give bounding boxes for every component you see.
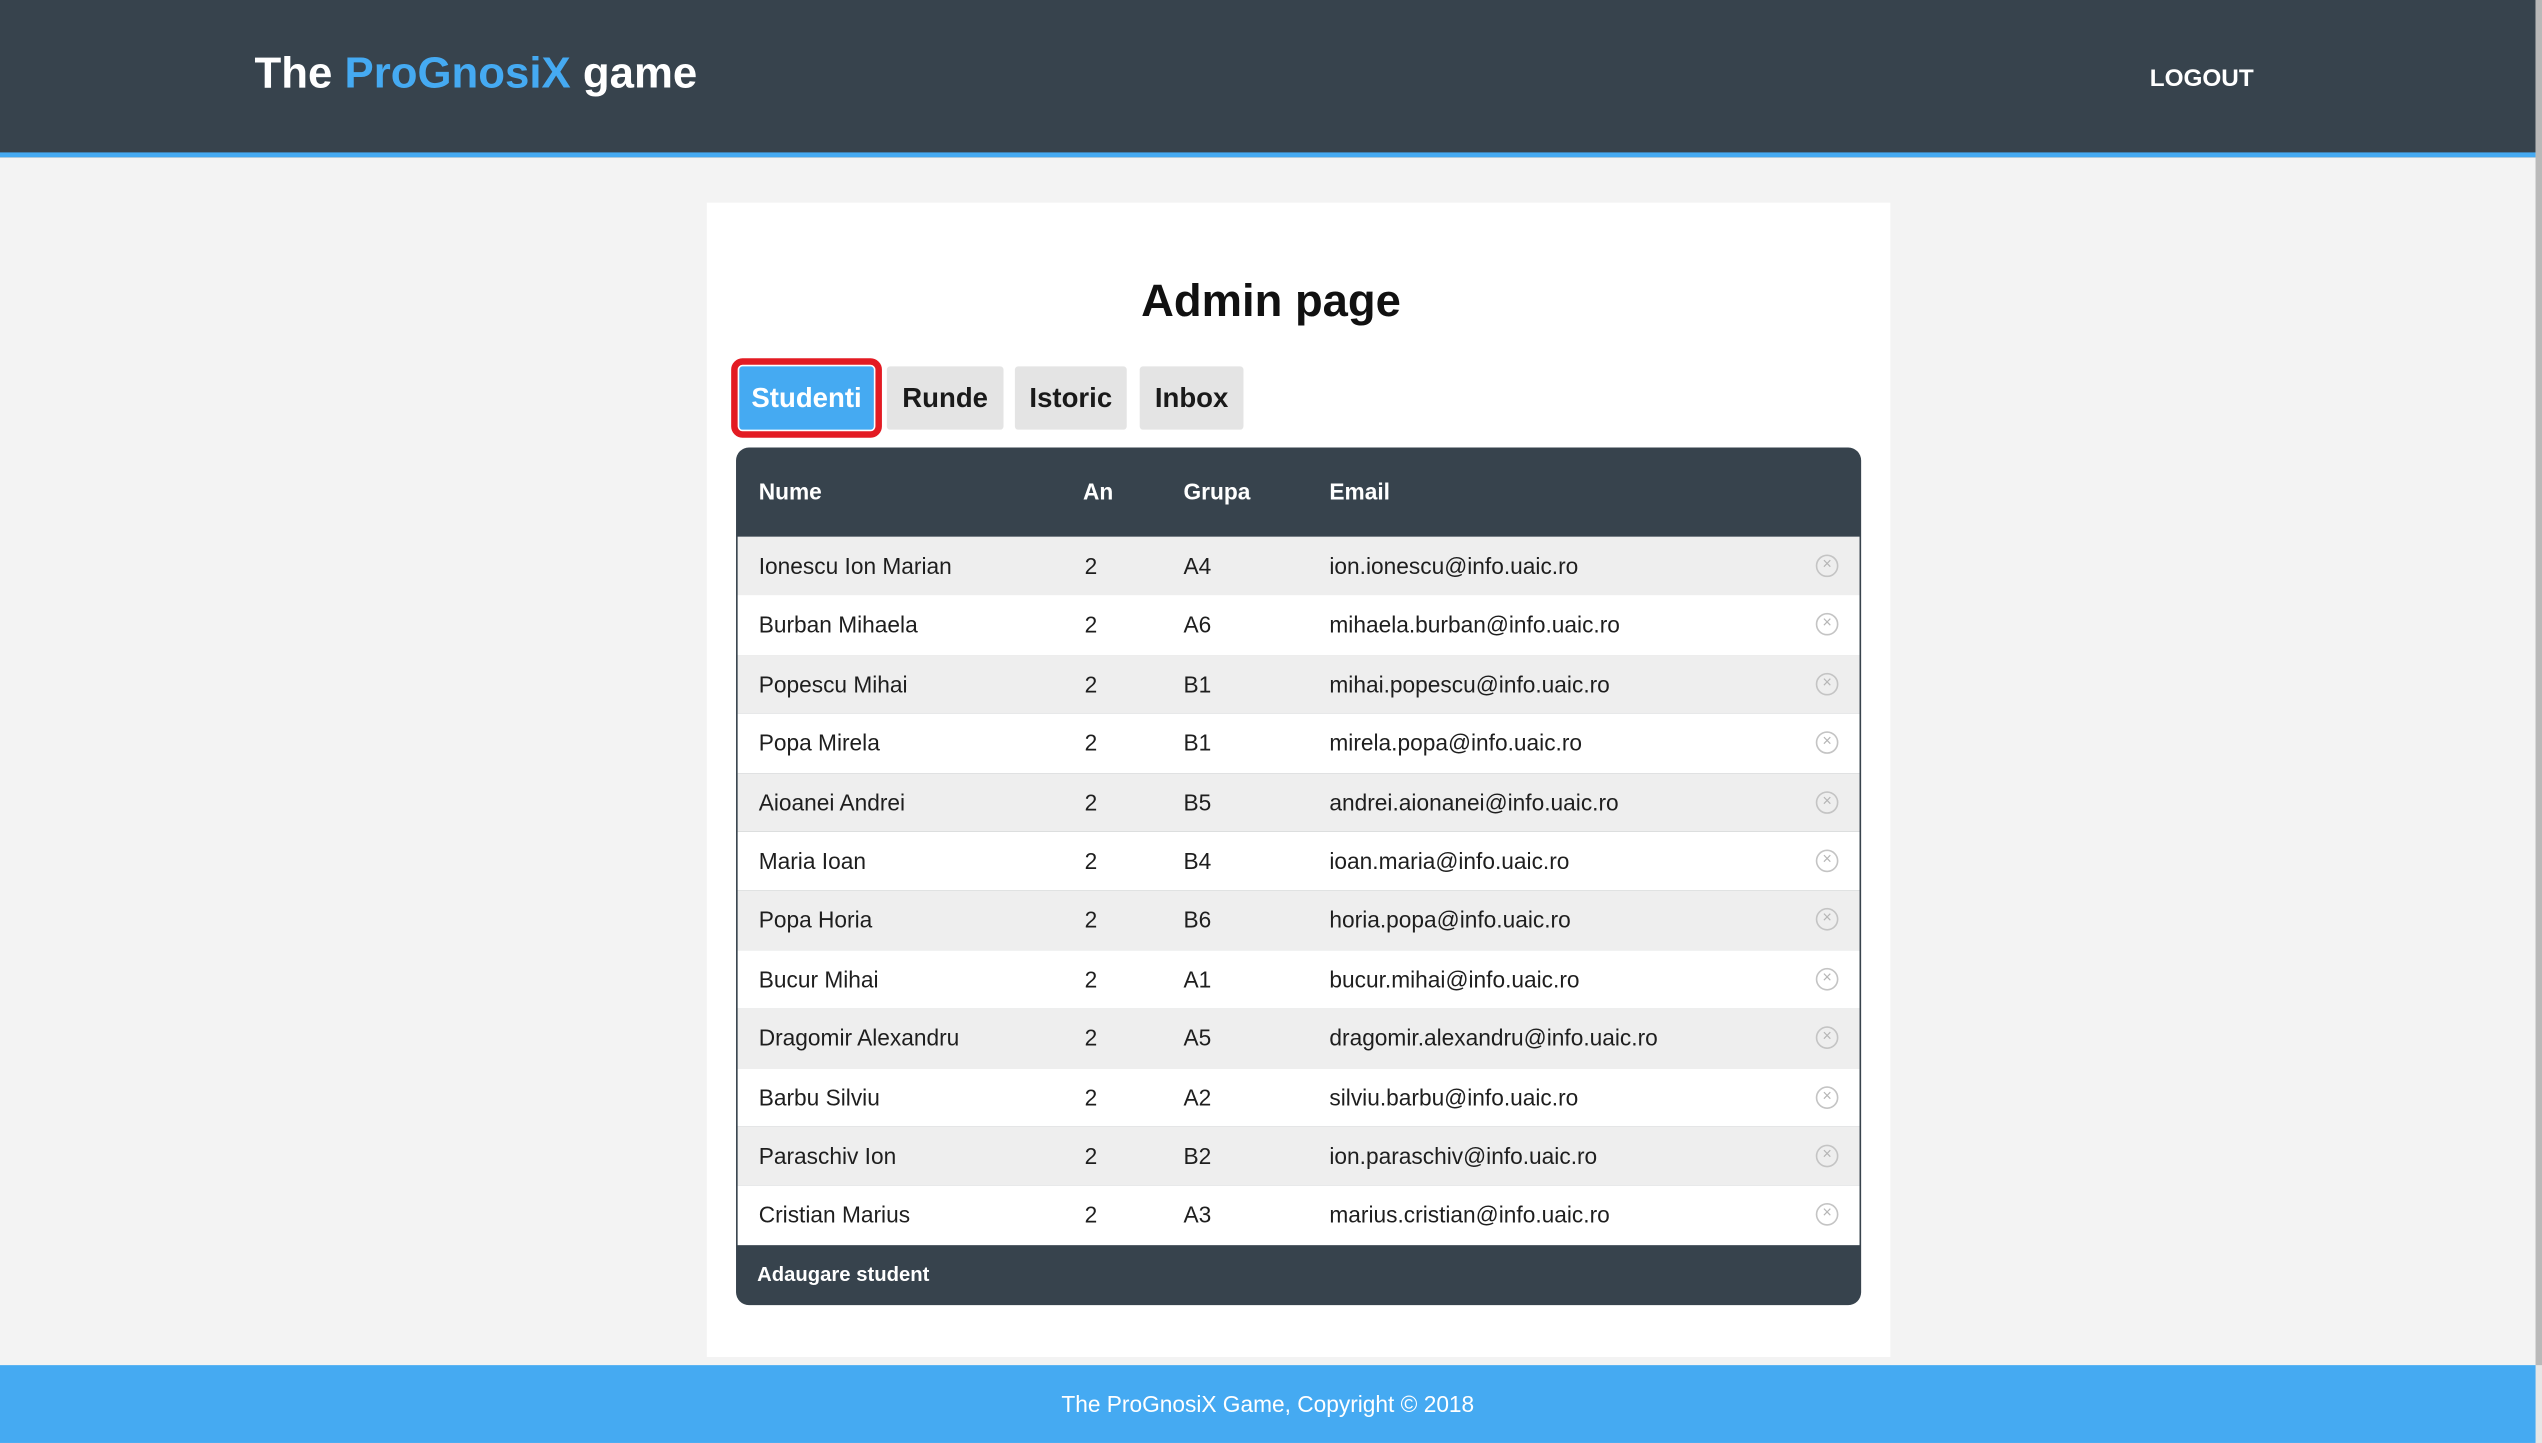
site-footer: The ProGnosiX Game, Copyright © 2018 xyxy=(0,1365,2536,1443)
cell-grupa: A4 xyxy=(1183,552,1212,579)
cell-nume: Popa Mirela xyxy=(758,729,880,756)
cell-email: ion.paraschiv@info.uaic.ro xyxy=(1329,1142,1598,1169)
table-row[interactable]: Bucur Mihai 2 A1 bucur.mihai@info.uaic.ro × xyxy=(737,949,1860,1009)
cell-email: mihaela.burban@info.uaic.ro xyxy=(1329,611,1620,638)
cell-nume: Popescu Mihai xyxy=(758,670,908,697)
cell-nume: Barbu Silviu xyxy=(758,1083,880,1110)
cell-grupa: B1 xyxy=(1183,670,1212,697)
cell-email: andrei.aionanei@info.uaic.ro xyxy=(1329,788,1619,815)
close-circle-icon[interactable]: × xyxy=(1815,1144,1839,1168)
cell-email: marius.cristian@info.uaic.ro xyxy=(1329,1201,1610,1228)
cell-nume: Popa Horia xyxy=(758,906,873,933)
table-header: Nume An Grupa Email xyxy=(736,447,1861,536)
close-circle-icon[interactable]: × xyxy=(1815,967,1839,991)
cell-an: 2 xyxy=(1084,906,1098,933)
table-row[interactable]: Cristian Marius 2 A3 marius.cristian@info.u… xyxy=(737,1185,1860,1245)
cell-grupa: A5 xyxy=(1183,1024,1212,1051)
cell-email: mihai.popescu@info.uaic.ro xyxy=(1329,670,1610,697)
scrollbar-thumb[interactable] xyxy=(2535,0,2542,1366)
brand-accent: ProGnosiX xyxy=(344,48,571,98)
column-header-nume[interactable]: Nume xyxy=(759,478,822,504)
cell-nume: Cristian Marius xyxy=(758,1201,911,1228)
cell-grupa: A2 xyxy=(1183,1083,1212,1110)
table-row[interactable]: Popescu Mihai 2 B1 mihai.popescu@info.uaic.… xyxy=(737,654,1860,714)
cell-an: 2 xyxy=(1084,1083,1098,1110)
close-circle-icon[interactable]: × xyxy=(1815,908,1839,932)
close-circle-icon[interactable]: × xyxy=(1815,554,1839,578)
table-body: Ionescu Ion Marian 2 A4 ion.ionescu@info.ua… xyxy=(737,536,1860,1246)
close-circle-icon[interactable]: × xyxy=(1815,613,1839,637)
cell-grupa: B4 xyxy=(1183,847,1212,874)
cell-grupa: A1 xyxy=(1183,965,1212,992)
table-row[interactable]: Ionescu Ion Marian 2 A4 ion.ionescu@info.ua… xyxy=(737,536,1860,596)
cell-nume: Maria Ioan xyxy=(758,847,866,874)
close-circle-icon[interactable]: × xyxy=(1815,731,1839,755)
cell-email: ion.ionescu@info.uaic.ro xyxy=(1329,552,1579,579)
close-circle-icon[interactable]: × xyxy=(1815,1026,1839,1050)
cell-email: horia.popa@info.uaic.ro xyxy=(1329,906,1571,933)
table-row[interactable]: Barbu Silviu 2 A2 silviu.barbu@info.uaic.ro… xyxy=(737,1067,1860,1127)
cell-nume: Burban Mihaela xyxy=(758,611,918,638)
table-row[interactable]: Dragomir Alexandru 2 A5 dragomir.alexandru@… xyxy=(737,1008,1860,1068)
cell-an: 2 xyxy=(1084,1142,1098,1169)
cell-grupa: B5 xyxy=(1183,788,1212,815)
table-row[interactable]: Popa Horia 2 B6 horia.popa@info.uaic.ro × xyxy=(737,890,1860,950)
cell-grupa: B6 xyxy=(1183,906,1212,933)
cell-email: bucur.mihai@info.uaic.ro xyxy=(1329,965,1580,992)
cell-nume: Dragomir Alexandru xyxy=(758,1024,960,1051)
brand-suffix: game xyxy=(570,48,698,98)
cell-email: ioan.maria@info.uaic.ro xyxy=(1329,847,1570,874)
footer-copyright: The ProGnosiX Game, Copyright © 2018 xyxy=(1061,1391,1475,1418)
column-header-an[interactable]: An xyxy=(1083,478,1113,504)
logout-link[interactable]: LOGOUT xyxy=(2150,65,2254,93)
table-row[interactable]: Popa Mirela 2 B1 mirela.popa@info.uaic.ro × xyxy=(737,713,1860,773)
cell-an: 2 xyxy=(1084,1201,1098,1228)
column-header-grupa[interactable]: Grupa xyxy=(1183,478,1250,504)
brand-prefix: The xyxy=(254,48,345,98)
cell-an: 2 xyxy=(1084,965,1098,992)
table-row[interactable]: Paraschiv Ion 2 B2 ion.paraschiv@info.uaic.… xyxy=(737,1126,1860,1186)
students-table: Nume An Grupa Email Ionescu Ion Marian 2 A… xyxy=(736,447,1862,1306)
close-circle-icon[interactable]: × xyxy=(1815,1203,1839,1227)
cell-grupa: B1 xyxy=(1183,729,1212,756)
cell-an: 2 xyxy=(1084,670,1098,697)
tab-istoric[interactable]: Istoric xyxy=(1014,366,1127,430)
cell-email: mirela.popa@info.uaic.ro xyxy=(1329,729,1583,756)
cell-nume: Ionescu Ion Marian xyxy=(758,552,952,579)
cell-an: 2 xyxy=(1084,847,1098,874)
cell-an: 2 xyxy=(1084,729,1098,756)
column-header-email[interactable]: Email xyxy=(1329,478,1390,504)
site-brand[interactable]: The ProGnosiX game xyxy=(255,49,698,99)
cell-an: 2 xyxy=(1084,1024,1098,1051)
table-row[interactable]: Burban Mihaela 2 A6 mihaela.burban@info.uai… xyxy=(737,595,1860,655)
page: The ProGnosiX game LOGOUT Admin page Stu… xyxy=(0,0,2542,1443)
cell-an: 2 xyxy=(1084,611,1098,638)
close-circle-icon[interactable]: × xyxy=(1815,672,1839,696)
close-circle-icon[interactable]: × xyxy=(1815,849,1839,873)
tab-inbox[interactable]: Inbox xyxy=(1139,366,1244,430)
add-student-button[interactable]: Adaugare student xyxy=(757,1263,929,1286)
cell-grupa: A6 xyxy=(1183,611,1212,638)
cell-nume: Aioanei Andrei xyxy=(758,788,906,815)
cell-grupa: B2 xyxy=(1183,1142,1212,1169)
cell-an: 2 xyxy=(1084,552,1098,579)
cell-email: silviu.barbu@info.uaic.ro xyxy=(1329,1083,1579,1110)
table-row[interactable]: Maria Ioan 2 B4 ioan.maria@info.uaic.ro × xyxy=(737,831,1860,891)
close-circle-icon[interactable]: × xyxy=(1815,1085,1839,1109)
cell-nume: Paraschiv Ion xyxy=(758,1142,897,1169)
cell-nume: Bucur Mihai xyxy=(758,965,879,992)
cell-an: 2 xyxy=(1084,788,1098,815)
tab-runde[interactable]: Runde xyxy=(886,366,1004,430)
close-circle-icon[interactable]: × xyxy=(1815,790,1839,814)
cell-email: dragomir.alexandru@info.uaic.ro xyxy=(1329,1024,1658,1051)
table-row[interactable]: Aioanei Andrei 2 B5 andrei.aionanei@info.ua… xyxy=(737,772,1860,832)
site-header: The ProGnosiX game LOGOUT xyxy=(0,0,2536,158)
cell-grupa: A3 xyxy=(1183,1201,1212,1228)
page-title: Admin page xyxy=(1141,275,1401,326)
tab-studenti[interactable]: Studenti xyxy=(731,358,882,438)
